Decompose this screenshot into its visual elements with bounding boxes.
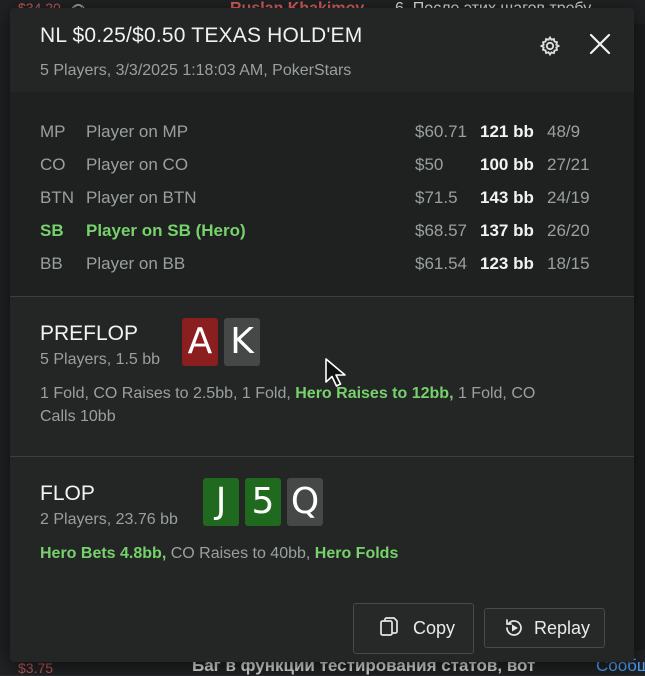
player-stack-bb: 121 bb [480,122,534,141]
street-title: FLOP [40,482,95,505]
player-stack-bb: 143 bb [480,188,534,207]
action-text: CO Raises to 40bb, [166,545,315,562]
player-row: BB Player on BB $61.54 123 bb 18/15 [10,254,634,278]
street-players-pot: 5 Players, 1.5 bb [40,351,161,368]
player-stats: 26/20 [547,221,590,240]
hand-subtitle: 5 Players, 3/3/2025 1:18:03 AM, PokerSta… [40,62,352,79]
player-name: Player on BTN [86,188,197,207]
players-table: MP Player on MP $60.71 121 bb 48/9 CO Pl… [10,92,634,296]
background-right-panel [634,24,645,675]
replay-label: Replay [534,618,591,638]
street-actions: Hero Bets 4.8bb, CO Raises to 40bb, Hero… [40,542,560,565]
player-row: MP Player on MP $60.71 121 bb 48/9 [10,122,634,146]
player-row: BTN Player on BTN $71.5 143 bb 24/19 [10,188,634,212]
action-text: 1 Fold, CO Raises to 2.5bb, 1 Fold, [40,385,296,402]
board-card: J [203,478,239,526]
street-players-pot: 2 Players, 23.76 bb [40,511,178,528]
copy-label: Copy [413,618,456,638]
player-stats: 24/19 [547,188,590,207]
board-card: 5 [245,478,281,526]
hero-action: Hero Raises to 12bb, [295,385,454,402]
player-stack: $50 [415,155,444,174]
player-stack: $61.54 [415,254,467,273]
player-row-hero: SB Player on SB (Hero) $68.57 137 bb 26/… [10,221,634,245]
hero-action: Hero Folds [314,545,399,562]
player-stats: 27/21 [547,155,590,174]
copy-icon [378,616,400,638]
player-position: BTN [40,188,74,207]
player-name: Player on MP [86,122,189,141]
street-actions: 1 Fold, CO Raises to 2.5bb, 1 Fold, Hero… [40,382,560,428]
hole-card: K [224,318,260,366]
background-price-bottom: $3.75 [18,660,54,676]
player-stats: 18/15 [547,254,590,273]
player-position: MP [40,122,66,141]
player-stack: $71.5 [415,188,458,207]
player-stack: $60.71 [415,122,467,141]
player-name: Player on SB (Hero) [86,221,246,240]
player-stack: $68.57 [415,221,467,240]
hero-action: Hero Bets 4.8bb, [40,545,167,562]
player-stack-bb: 100 bb [480,155,534,174]
player-position: BB [40,254,63,273]
player-stats: 48/9 [547,122,581,141]
player-row: CO Player on CO $50 100 bb 27/21 [10,155,634,179]
player-position: SB [40,221,64,240]
player-position: CO [40,155,66,174]
hand-history-modal: NL $0.25/$0.50 TEXAS HOLD'EM 5 Players, … [10,8,634,662]
player-name: Player on CO [86,155,189,174]
mouse-cursor-icon [324,358,350,388]
section-divider [10,296,634,297]
board-card: Q [287,478,323,526]
street-title: PREFLOP [40,322,139,345]
player-stack-bb: 137 bb [480,221,534,240]
replay-icon [503,617,525,639]
section-divider [10,456,634,457]
hole-card: A [182,318,218,366]
replay-button[interactable]: Replay [484,608,605,648]
gear-icon[interactable] [538,34,562,58]
player-name: Player on BB [86,254,186,273]
copy-button[interactable]: Copy [353,603,474,654]
close-icon[interactable] [588,32,612,56]
modal-header: NL $0.25/$0.50 TEXAS HOLD'EM 5 Players, … [10,8,634,92]
player-stack-bb: 123 bb [480,254,534,273]
background-left-panel [0,24,10,650]
hand-title: NL $0.25/$0.50 TEXAS HOLD'EM [40,24,363,47]
